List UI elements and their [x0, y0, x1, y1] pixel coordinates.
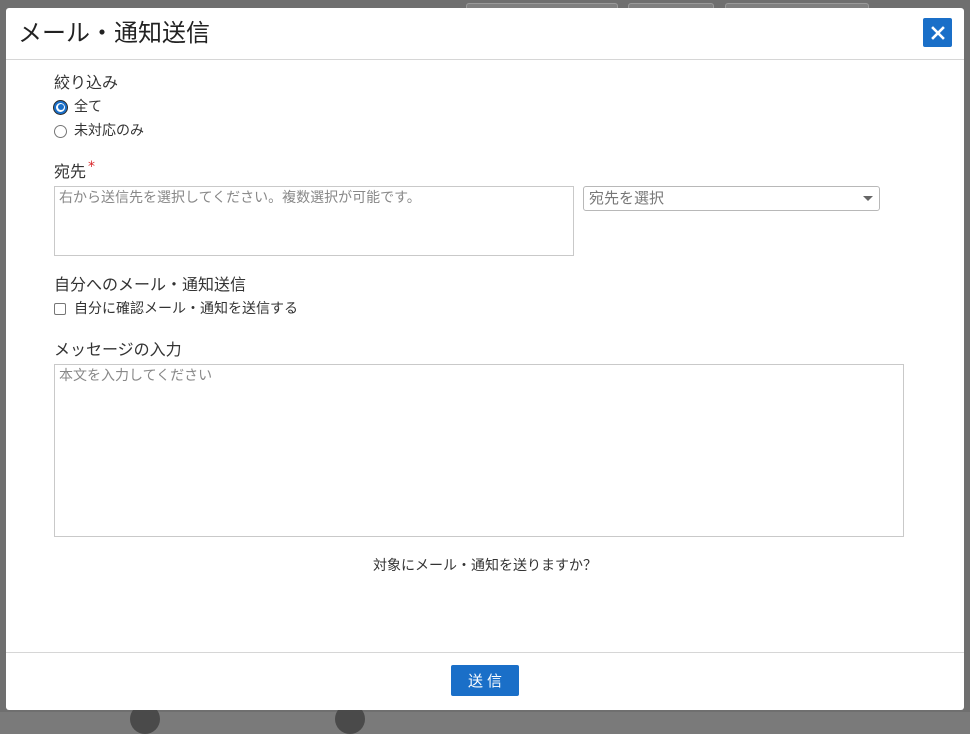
- filter-option-label: 未対応のみ: [74, 123, 144, 139]
- chevron-down-icon: [863, 196, 873, 201]
- confirm-text: 対象にメール・通知を送りますか？: [373, 558, 597, 574]
- recipients-textarea[interactable]: 右から送信先を選択してください。複数選択が可能です。: [54, 186, 574, 256]
- required-mark: *: [88, 159, 96, 175]
- recipient-select[interactable]: 宛先を選択: [583, 186, 880, 211]
- recipients-heading: 宛先 *: [54, 159, 96, 183]
- filter-option-label: 全て: [74, 99, 102, 115]
- close-icon: [930, 25, 945, 40]
- filter-heading: 絞り込み: [54, 73, 119, 92]
- self-send-label: 自分に確認メール・通知を送信する: [74, 301, 298, 317]
- send-button[interactable]: 送信: [451, 665, 519, 696]
- close-button[interactable]: [923, 18, 952, 47]
- filter-option-unhandled[interactable]: 未対応のみ: [54, 122, 144, 140]
- dialog-header: メール・通知送信: [6, 8, 964, 60]
- radio-unhandled[interactable]: [54, 124, 67, 138]
- radio-all[interactable]: [54, 100, 67, 114]
- self-send-option[interactable]: 自分に確認メール・通知を送信する: [54, 300, 298, 318]
- send-notification-dialog: メール・通知送信 絞り込み 全て 未対応のみ 宛先 * 右から送信先を選択してくだ…: [6, 8, 964, 710]
- self-send-heading: 自分へのメール・通知送信: [54, 275, 247, 294]
- recipient-select-placeholder: 宛先を選択: [589, 189, 665, 207]
- dialog-footer: 送信: [6, 652, 964, 711]
- recipients-heading-text: 宛先: [54, 162, 87, 181]
- message-textarea[interactable]: 本文を入力してください: [54, 364, 904, 537]
- dialog-title: メール・通知送信: [18, 19, 210, 47]
- filter-option-all[interactable]: 全て: [54, 98, 102, 116]
- self-send-checkbox[interactable]: [54, 303, 66, 315]
- message-heading: メッセージの入力: [54, 340, 182, 359]
